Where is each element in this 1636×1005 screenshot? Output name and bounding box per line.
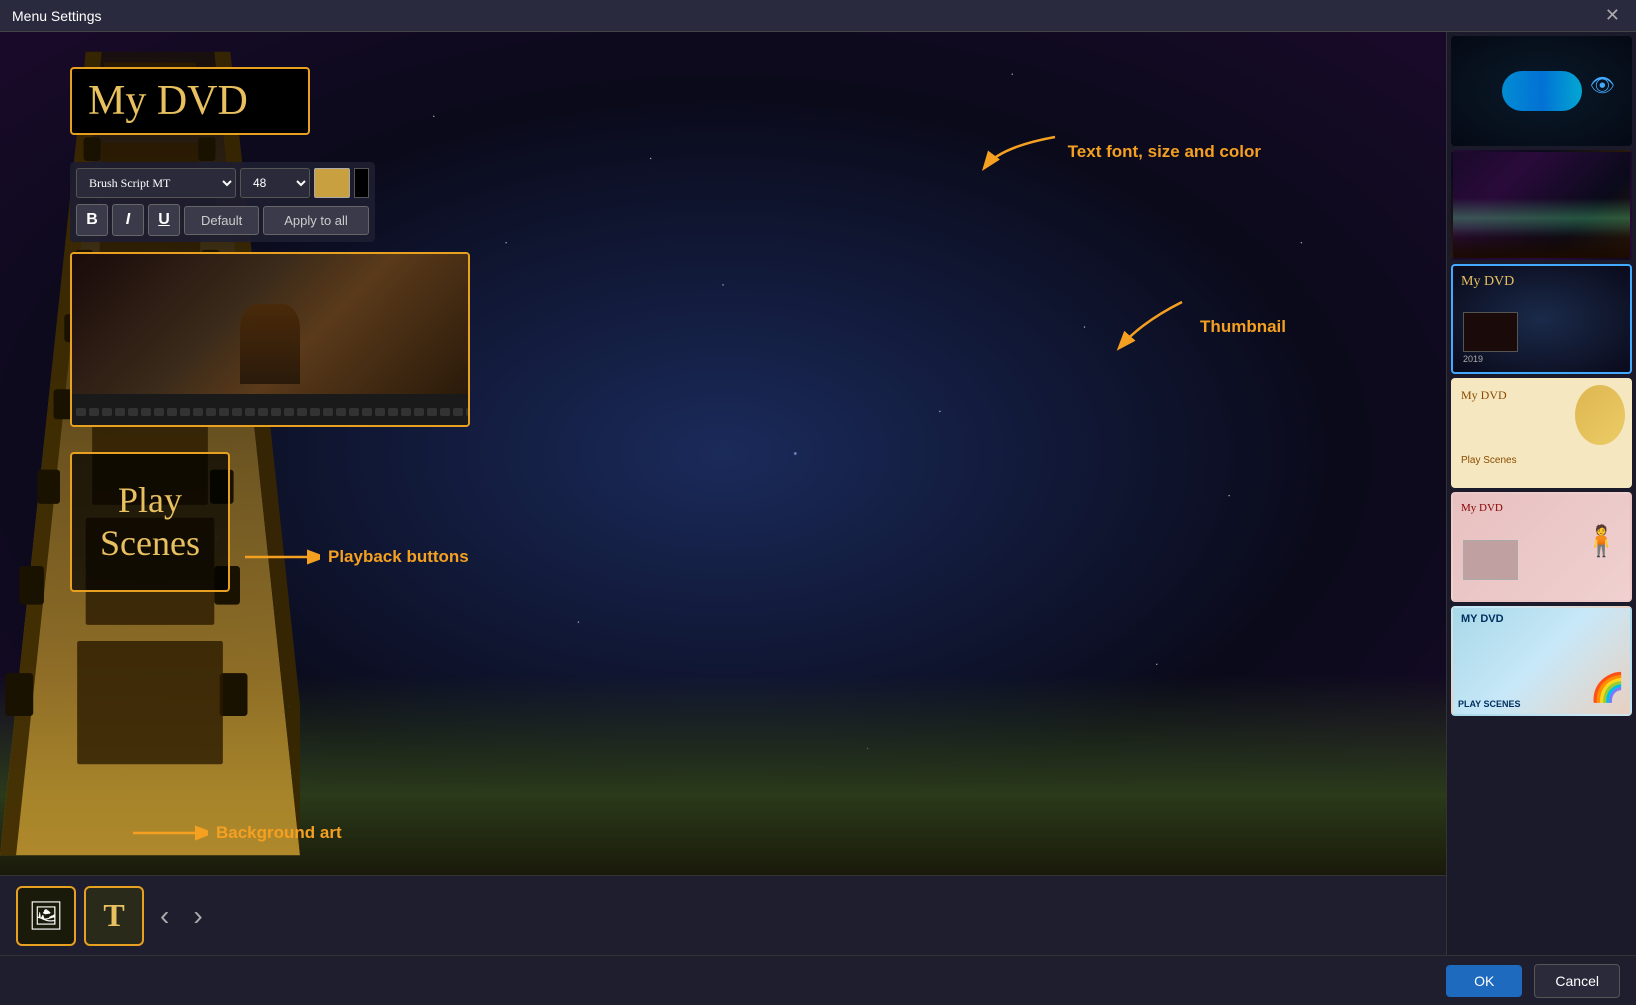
image-icon: 🖼 xyxy=(28,899,64,932)
thumb-3-miniframe xyxy=(1463,312,1518,352)
thumbnail-arrow xyxy=(1112,297,1192,357)
filmstrip-bottom-bar xyxy=(72,394,468,427)
thumb-1-icon: 👁 xyxy=(1590,73,1615,98)
next-nav-button[interactable]: › xyxy=(185,900,210,932)
film-hole xyxy=(245,408,255,416)
color-preview xyxy=(354,168,369,198)
thumb-4-title: My DVD xyxy=(1461,388,1507,403)
film-hole xyxy=(115,408,125,416)
cancel-button[interactable]: Cancel xyxy=(1534,964,1620,998)
underline-button[interactable]: U xyxy=(148,204,180,236)
ok-button[interactable]: OK xyxy=(1446,965,1522,997)
default-button[interactable]: Default xyxy=(184,206,259,235)
film-hole xyxy=(349,408,359,416)
bold-button[interactable]: B xyxy=(76,204,108,236)
film-hole xyxy=(76,408,86,416)
thumbnail-box[interactable] xyxy=(70,252,470,427)
window-title: Menu Settings xyxy=(12,8,102,24)
playback-annotation: Playback buttons xyxy=(240,537,469,577)
film-hole xyxy=(271,408,281,416)
film-hole xyxy=(414,408,424,416)
right-panel: 👁 My DVD 2019 My DVD Play Scenes My xyxy=(1446,32,1636,955)
film-hole xyxy=(427,408,437,416)
thumb-6-subtitle: PLAY SCENES xyxy=(1458,699,1521,709)
thumb-6-decoration: 🌈 xyxy=(1590,671,1625,704)
font-size-select[interactable]: 48 36 24 xyxy=(240,168,310,198)
playback-arrow xyxy=(240,537,320,577)
menu-settings-window: Menu Settings ✕ xyxy=(0,0,1636,1005)
thumb-3-title: My DVD xyxy=(1461,274,1514,290)
font-row2: B I U Default Apply to all xyxy=(76,204,369,236)
thumb-2-ground xyxy=(1453,228,1630,258)
film-hole xyxy=(323,408,333,416)
template-thumbnail-6[interactable]: MY DVD PLAY SCENES 🌈 xyxy=(1451,606,1632,716)
template-thumbnail-3[interactable]: My DVD 2019 xyxy=(1451,264,1632,374)
film-hole xyxy=(128,408,138,416)
thumbnail-figure xyxy=(240,304,300,384)
thumb-4-subtitle: Play Scenes xyxy=(1461,455,1517,466)
film-hole xyxy=(219,408,229,416)
thumb-4-decoration xyxy=(1575,385,1625,445)
preview-canvas: My DVD Brush Script MT Arial Times New R… xyxy=(0,32,1446,875)
bottom-toolbar: 🖼 T ‹ › xyxy=(0,875,1446,955)
template-thumbnail-5[interactable]: My DVD 🧍 xyxy=(1451,492,1632,602)
text-tool-button[interactable]: T xyxy=(84,886,144,946)
film-hole xyxy=(180,408,190,416)
film-hole xyxy=(154,408,164,416)
thumbnail-image xyxy=(72,254,468,394)
thumb-5-frame xyxy=(1463,540,1518,580)
background-annotation: Background art xyxy=(128,813,342,853)
font-controls-panel: Brush Script MT Arial Times New Roman 48… xyxy=(70,162,375,242)
apply-to-all-button[interactable]: Apply to all xyxy=(263,206,369,235)
film-hole xyxy=(440,408,450,416)
film-hole xyxy=(375,408,385,416)
template-thumbnail-1[interactable]: 👁 xyxy=(1451,36,1632,146)
main-content: My DVD Brush Script MT Arial Times New R… xyxy=(0,32,1636,955)
film-hole xyxy=(310,408,320,416)
text-icon: T xyxy=(103,897,124,934)
playback-button-box[interactable]: PlayScenes xyxy=(70,452,230,592)
film-hole xyxy=(258,408,268,416)
font-row1: Brush Script MT Arial Times New Roman 48… xyxy=(76,168,369,198)
text-font-annotation: Text font, size and color xyxy=(980,127,1261,177)
film-hole xyxy=(102,408,112,416)
prev-nav-button[interactable]: ‹ xyxy=(152,900,177,932)
italic-button[interactable]: I xyxy=(112,204,144,236)
film-hole xyxy=(466,408,470,416)
film-hole xyxy=(232,408,242,416)
thumb-5-title: My DVD xyxy=(1461,502,1503,514)
thumb-5-figure: 🧍 xyxy=(1583,524,1620,559)
film-hole xyxy=(89,408,99,416)
film-hole xyxy=(362,408,372,416)
film-hole xyxy=(284,408,294,416)
thumb-3-date: 2019 xyxy=(1463,354,1483,364)
film-hole xyxy=(388,408,398,416)
title-box[interactable]: My DVD xyxy=(70,67,310,135)
thumb-1-decoration xyxy=(1502,71,1582,111)
background-arrow xyxy=(128,813,208,853)
template-thumbnail-2[interactable] xyxy=(1451,150,1632,260)
thumbnail-annotation: Thumbnail xyxy=(1112,297,1286,357)
color-picker-button[interactable] xyxy=(314,168,350,198)
film-hole xyxy=(141,408,151,416)
text-font-arrow xyxy=(980,127,1060,177)
thumb-6-title: MY DVD xyxy=(1461,613,1504,625)
close-button[interactable]: ✕ xyxy=(1601,5,1624,26)
playback-text: PlayScenes xyxy=(100,479,200,565)
film-hole xyxy=(401,408,411,416)
title-text: My DVD xyxy=(88,77,292,125)
titlebar: Menu Settings ✕ xyxy=(0,0,1636,32)
film-hole xyxy=(297,408,307,416)
film-hole xyxy=(453,408,463,416)
film-hole xyxy=(336,408,346,416)
font-family-select[interactable]: Brush Script MT Arial Times New Roman xyxy=(76,168,236,198)
bottom-actions: OK Cancel xyxy=(0,955,1636,1005)
image-tool-button[interactable]: 🖼 xyxy=(16,886,76,946)
center-area: My DVD Brush Script MT Arial Times New R… xyxy=(0,32,1446,955)
film-hole xyxy=(167,408,177,416)
film-hole xyxy=(193,408,203,416)
film-hole xyxy=(206,408,216,416)
template-thumbnail-4[interactable]: My DVD Play Scenes xyxy=(1451,378,1632,488)
